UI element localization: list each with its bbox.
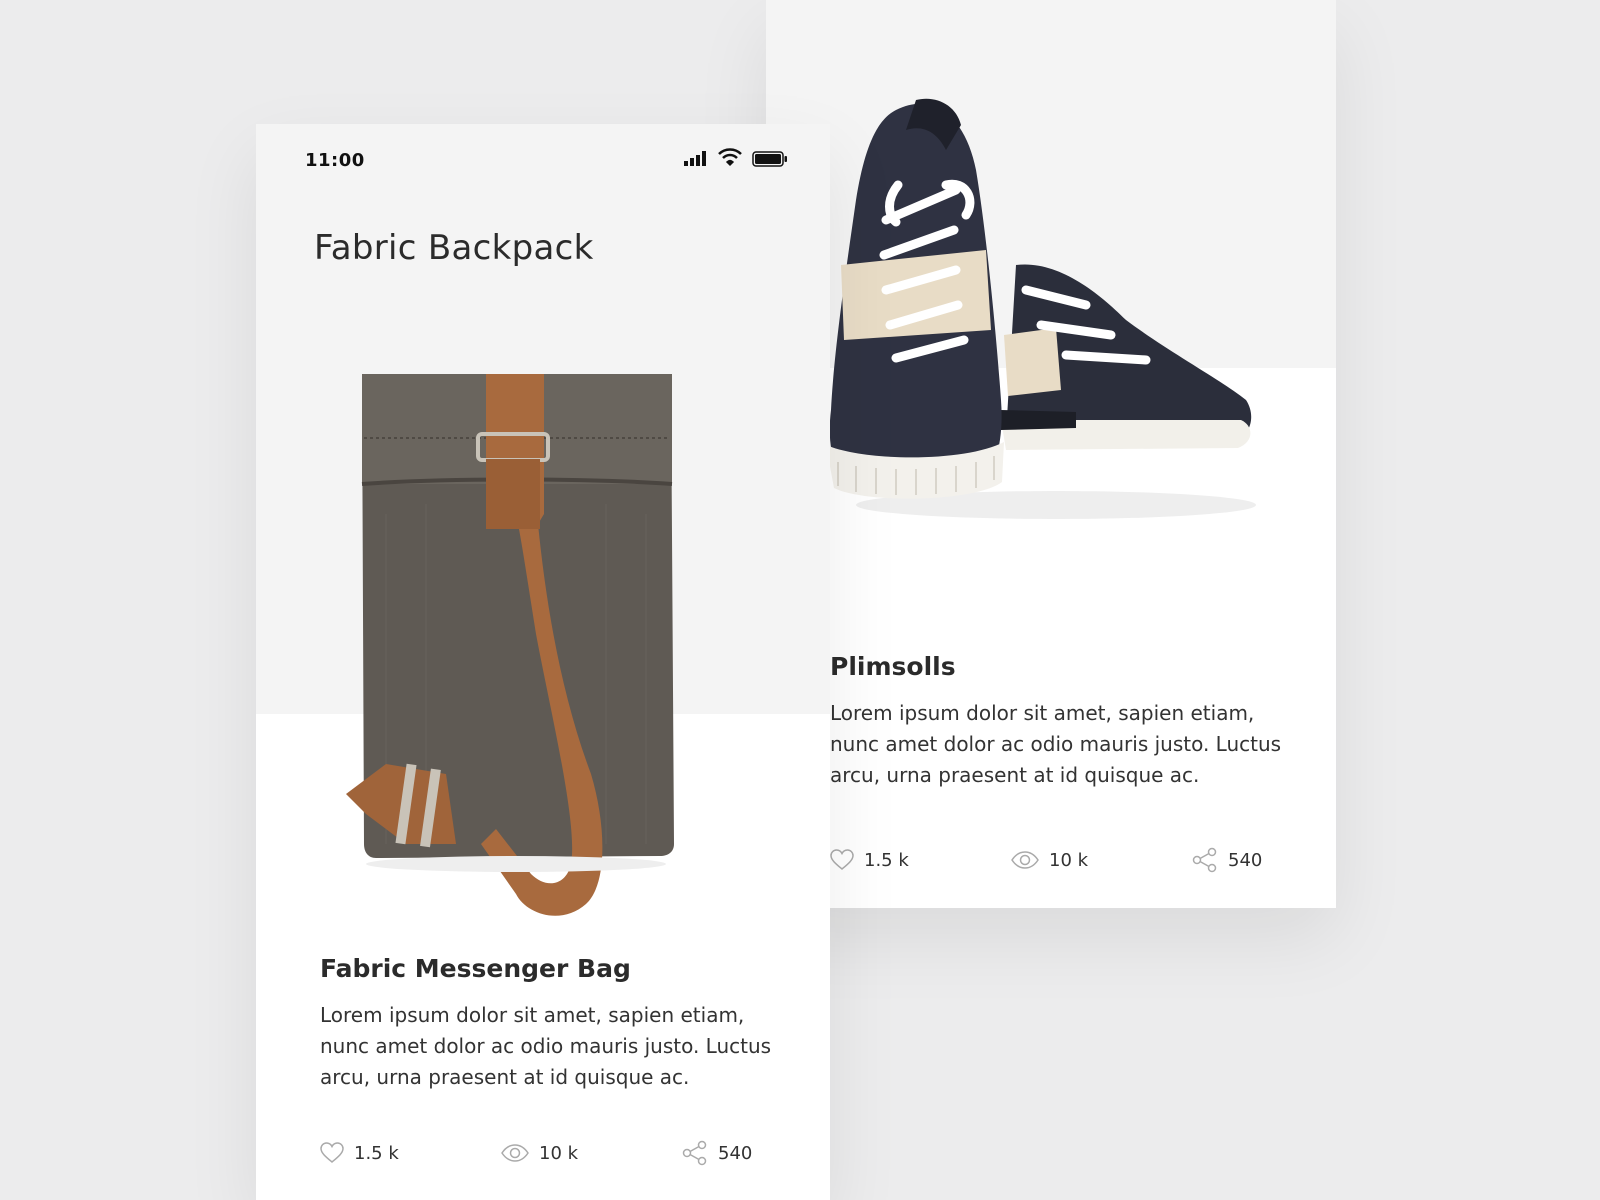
view-count: 10 k xyxy=(539,1142,579,1164)
plimsolls-card[interactable]: Plimsolls Lorem ipsum dolor sit amet, sa… xyxy=(766,0,1336,908)
stats-row: 1.5 k 10 k 540 xyxy=(830,845,1270,875)
view-stat[interactable]: 10 k xyxy=(501,1138,578,1168)
like-count: 1.5 k xyxy=(354,1142,399,1164)
share-count: 540 xyxy=(1228,849,1263,871)
product-title: Fabric Messenger Bag xyxy=(320,954,631,983)
share-icon[interactable] xyxy=(1192,847,1218,873)
wifi-icon xyxy=(718,148,742,167)
page-title: Fabric Backpack xyxy=(314,228,594,268)
like-stat[interactable]: 1.5 k xyxy=(320,1138,399,1168)
view-count: 10 k xyxy=(1049,849,1089,871)
product-description: Lorem ipsum dolor sit amet, sapien etiam… xyxy=(830,701,1282,787)
backpack-image xyxy=(346,374,674,916)
product-description: Lorem ipsum dolor sit amet, sapien etiam… xyxy=(320,1003,772,1089)
share-count: 540 xyxy=(718,1142,753,1164)
share-stat[interactable]: 540 xyxy=(1192,845,1262,875)
eye-icon[interactable] xyxy=(1011,851,1039,869)
signal-icon xyxy=(684,151,706,166)
status-time: 11:00 xyxy=(305,150,365,171)
backpack-card[interactable]: 11:00 Fabric Backpack Fabric Messenger B… xyxy=(256,124,830,1200)
like-count: 1.5 k xyxy=(864,849,909,871)
share-stat[interactable]: 540 xyxy=(682,1138,752,1168)
share-icon[interactable] xyxy=(682,1140,708,1166)
product-title: Plimsolls xyxy=(830,652,956,681)
status-bar: 11:00 xyxy=(256,124,830,194)
heart-icon[interactable] xyxy=(320,1142,344,1164)
plimsolls-image xyxy=(826,98,1256,519)
battery-icon xyxy=(752,151,787,167)
stats-row: 1.5 k 10 k 540 xyxy=(320,1138,760,1168)
like-stat[interactable]: 1.5 k xyxy=(830,845,909,875)
eye-icon[interactable] xyxy=(501,1144,529,1162)
heart-icon[interactable] xyxy=(830,849,854,871)
view-stat[interactable]: 10 k xyxy=(1011,845,1088,875)
